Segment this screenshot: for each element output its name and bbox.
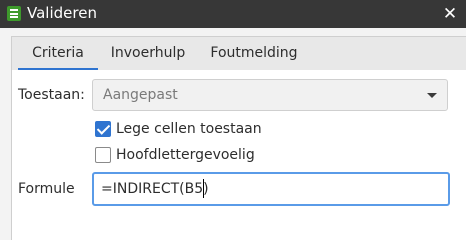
tab-invoerhulp[interactable]: Invoerhulp <box>106 37 190 71</box>
tab-bar: Criteria Invoerhulp Foutmelding <box>11 36 466 71</box>
spreadsheet-icon <box>7 6 21 21</box>
tab-criteria[interactable]: Criteria <box>18 37 98 71</box>
title-bar: Valideren ✕ <box>0 0 466 28</box>
close-icon[interactable]: ✕ <box>440 4 460 24</box>
ignore-blank-label[interactable]: Lege cellen toestaan <box>116 120 262 138</box>
allow-label: Toestaan: <box>18 87 85 103</box>
case-sensitive-checkbox[interactable] <box>95 147 111 163</box>
case-sensitive-label[interactable]: Hoofdlettergevoelig <box>116 146 255 164</box>
ignore-blank-checkbox[interactable] <box>95 121 111 137</box>
formula-input[interactable]: =INDIRECT(B5) <box>92 172 450 206</box>
formula-input-value: =INDIRECT(B5) <box>101 181 209 197</box>
formula-label: Formule <box>18 181 75 197</box>
allow-select-value: Aangepast <box>103 87 178 103</box>
chevron-down-icon <box>427 93 437 98</box>
allow-select[interactable]: Aangepast <box>92 79 448 111</box>
window-title: Valideren <box>27 4 97 22</box>
text-caret <box>203 179 204 198</box>
tab-foutmelding[interactable]: Foutmelding <box>204 37 304 71</box>
